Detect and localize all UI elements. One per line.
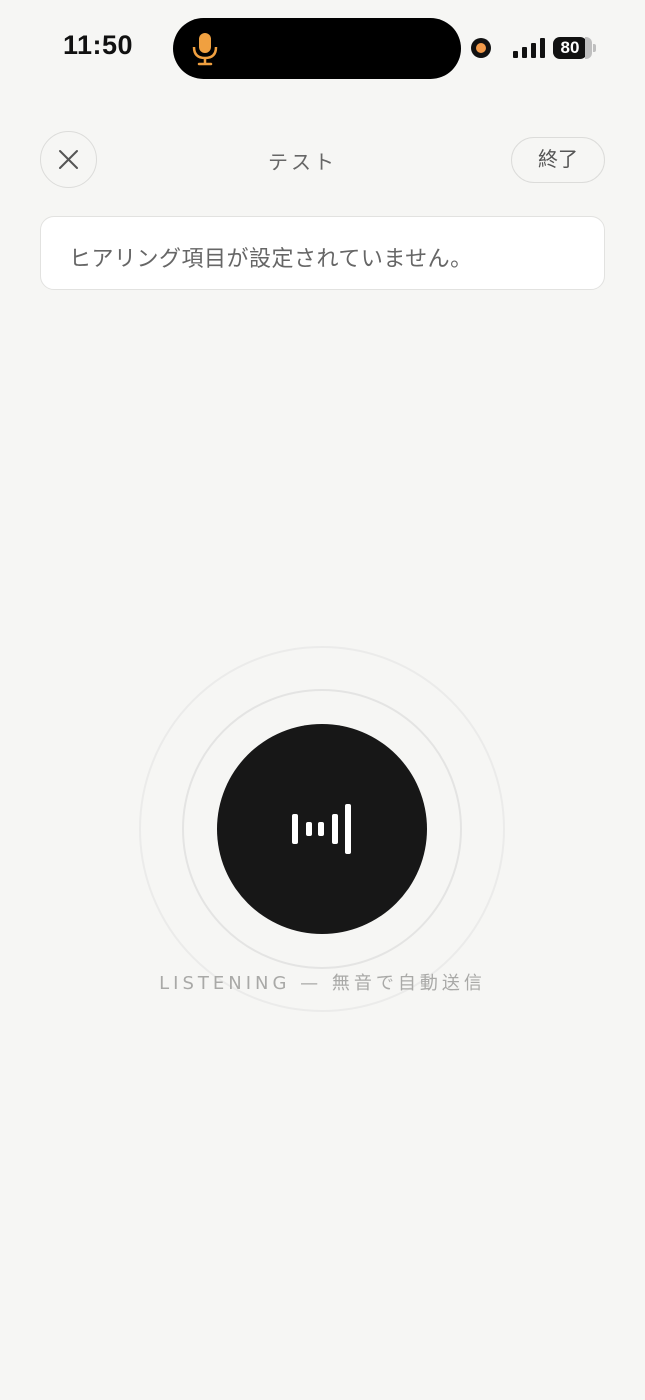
- message-card: ヒアリング項目が設定されていません。: [40, 216, 605, 290]
- page-title: テスト: [268, 150, 337, 174]
- listening-status-label: LISTENING — 無音で自動送信: [159, 973, 486, 994]
- mic-button[interactable]: [217, 724, 427, 934]
- status-bar: 11:50 80: [0, 0, 645, 96]
- battery-remainder: [585, 37, 592, 59]
- microphone-icon: [192, 33, 218, 66]
- message-text: ヒアリング項目が設定されていません。: [69, 247, 473, 272]
- signal-icon: [513, 38, 545, 58]
- close-icon: [59, 150, 78, 169]
- status-time: 11:50: [63, 30, 134, 60]
- end-button[interactable]: 終了: [511, 137, 605, 183]
- battery-tip: [593, 44, 596, 52]
- battery-icon: 80: [553, 37, 587, 59]
- recording-dot-icon: [471, 38, 491, 58]
- close-button[interactable]: [40, 131, 97, 188]
- waveform-icon: [292, 804, 351, 854]
- battery-level: 80: [560, 38, 580, 57]
